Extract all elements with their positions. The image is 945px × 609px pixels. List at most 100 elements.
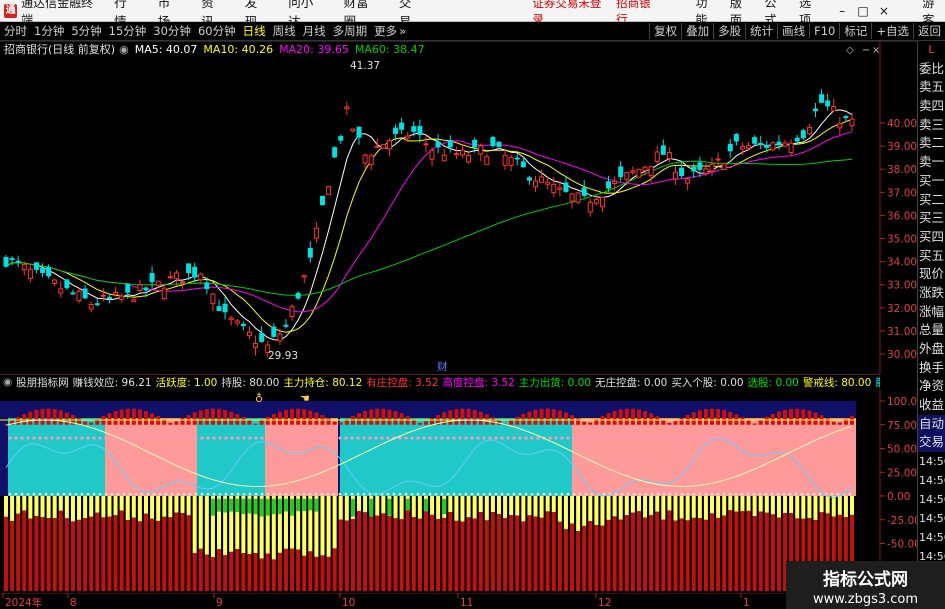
close-chart-icon[interactable]: × — [872, 45, 880, 56]
indicator-dot — [692, 436, 696, 440]
period-15min[interactable]: 15分钟 — [109, 23, 147, 39]
indicator-deep-bar — [290, 548, 295, 591]
auto-trade-trade[interactable]: 交易 — [918, 433, 945, 453]
period-more[interactable]: 更多 — [374, 23, 397, 39]
kline-chart[interactable]: 40.00 39.00 38.00 37.00 36.00 35.00 34.00 33.00… — [0, 41, 917, 374]
period-daily[interactable]: 日线 — [243, 23, 266, 39]
indicator-deep-bar — [350, 519, 355, 591]
maximize-icon[interactable]: □ — [855, 4, 872, 18]
close-icon[interactable]: × — [876, 4, 893, 18]
button-f10[interactable]: F10 — [809, 24, 839, 38]
indicator-dot — [566, 436, 570, 440]
candle-body — [819, 94, 825, 103]
indicator-dot — [68, 436, 72, 440]
period-1min[interactable]: 1分钟 — [34, 23, 64, 39]
indicator-chart[interactable]: 100.075.0050.0025.000.00-25.00-50.00-75.… — [0, 389, 917, 593]
indicator-deep-bar — [490, 512, 495, 591]
stock-title[interactable]: 招商银行(日线 前复权) — [4, 41, 115, 57]
candle-body — [630, 170, 636, 173]
button-fuquan[interactable]: 复权 — [649, 23, 681, 39]
indicator-deep-bar — [430, 514, 435, 591]
indicator-dot — [644, 436, 648, 440]
indicator-deep-bar — [539, 517, 544, 591]
indicator-dot — [278, 436, 282, 440]
indicator-dot — [662, 492, 666, 496]
period-weekly[interactable]: 周线 — [273, 23, 296, 39]
period-monthly[interactable]: 月线 — [303, 23, 326, 39]
period-5min[interactable]: 5分钟 — [71, 23, 101, 39]
indicator-dot — [452, 492, 456, 496]
indicator-dot — [266, 492, 270, 496]
indicator-top-bar — [247, 420, 252, 425]
quote-field-6: 买一 — [918, 172, 944, 188]
indicator-name[interactable]: 股朋指标网 — [16, 375, 69, 389]
candle-body — [441, 154, 447, 162]
indicator-dot — [146, 436, 150, 440]
period-fenshi[interactable]: 分时 — [4, 23, 27, 39]
candle-body — [478, 145, 484, 155]
indicator-top-bar — [667, 422, 672, 425]
indicator-deep-bar — [64, 518, 69, 591]
indicator-green-bar — [235, 498, 240, 513]
quote-field-14: 总量 — [918, 322, 944, 338]
ma5-line — [5, 109, 853, 341]
period-multi[interactable]: 多周期 — [333, 23, 368, 39]
dash-icon[interactable]: − — [862, 45, 870, 56]
indicator-settings-icon[interactable]: ◉ — [3, 376, 12, 388]
button-huaxian[interactable]: 画线 — [777, 23, 809, 39]
indicator-top-bar — [277, 411, 282, 425]
indicator-green-bar — [283, 498, 288, 512]
indicator-zone — [265, 418, 338, 496]
indicator-dot — [104, 492, 108, 496]
indicator-dot — [350, 436, 354, 440]
indicator-neg-bar — [545, 496, 550, 512]
indicator-dot — [434, 492, 438, 496]
candle-body — [679, 167, 685, 177]
candle-body — [356, 126, 362, 138]
indicator-green-bar — [369, 498, 374, 517]
candle-body — [703, 168, 709, 174]
quote-field-16: 换手 — [918, 359, 944, 375]
period-30min[interactable]: 30分钟 — [153, 23, 191, 39]
more-chevron-icon[interactable]: » — [399, 24, 406, 38]
candle-body — [393, 127, 399, 135]
indicator-neg-bar — [776, 496, 781, 518]
indicator-deep-bar — [484, 520, 489, 591]
indicator-deep-bar — [58, 510, 63, 591]
indicator-top-bar — [740, 417, 745, 425]
indicator-deep-bar — [685, 520, 690, 591]
finance-marker[interactable]: 财 — [437, 360, 448, 373]
button-tongji[interactable]: 统计 — [745, 23, 777, 39]
indicator-dot — [512, 436, 516, 440]
button-zixuan[interactable]: +自选 — [871, 23, 913, 39]
indicator-top-bar — [770, 413, 775, 425]
indicator-green-bar — [265, 498, 270, 516]
indicator-deep-bar — [722, 515, 727, 591]
indicator-top-bar — [636, 409, 641, 425]
indicator-neg-bar — [466, 496, 471, 518]
auto-trade-auto[interactable]: 自动 — [918, 414, 945, 434]
indicator-top-bar — [563, 412, 568, 425]
button-duogu[interactable]: 多股 — [713, 23, 745, 39]
indicator-dot — [362, 436, 366, 440]
indicator-dot — [806, 492, 810, 496]
indicator-dot — [440, 492, 444, 496]
candle-body — [58, 288, 64, 294]
minimize-icon[interactable]: – — [834, 4, 851, 18]
top-right-icons[interactable]: ◇ − × — [846, 45, 880, 56]
indicator-neg-bar — [454, 496, 459, 521]
button-fanhui[interactable]: 返回 — [913, 23, 945, 39]
indicator-dot — [572, 492, 576, 496]
indicator-dot — [548, 492, 552, 496]
settings-dot-icon[interactable]: ◉ — [119, 43, 129, 56]
button-diejia[interactable]: 叠加 — [681, 23, 713, 39]
period-60min[interactable]: 60分钟 — [198, 23, 236, 39]
button-biaoji[interactable]: 标记 — [839, 23, 871, 39]
indicator-deep-bar — [667, 510, 672, 591]
indicator-top-bar — [223, 409, 228, 425]
indicator-dot — [446, 492, 450, 496]
indicator-dot — [686, 436, 690, 440]
indicator-dot — [656, 492, 660, 496]
candle-body — [672, 171, 678, 180]
diamond-icon[interactable]: ◇ — [846, 45, 854, 56]
